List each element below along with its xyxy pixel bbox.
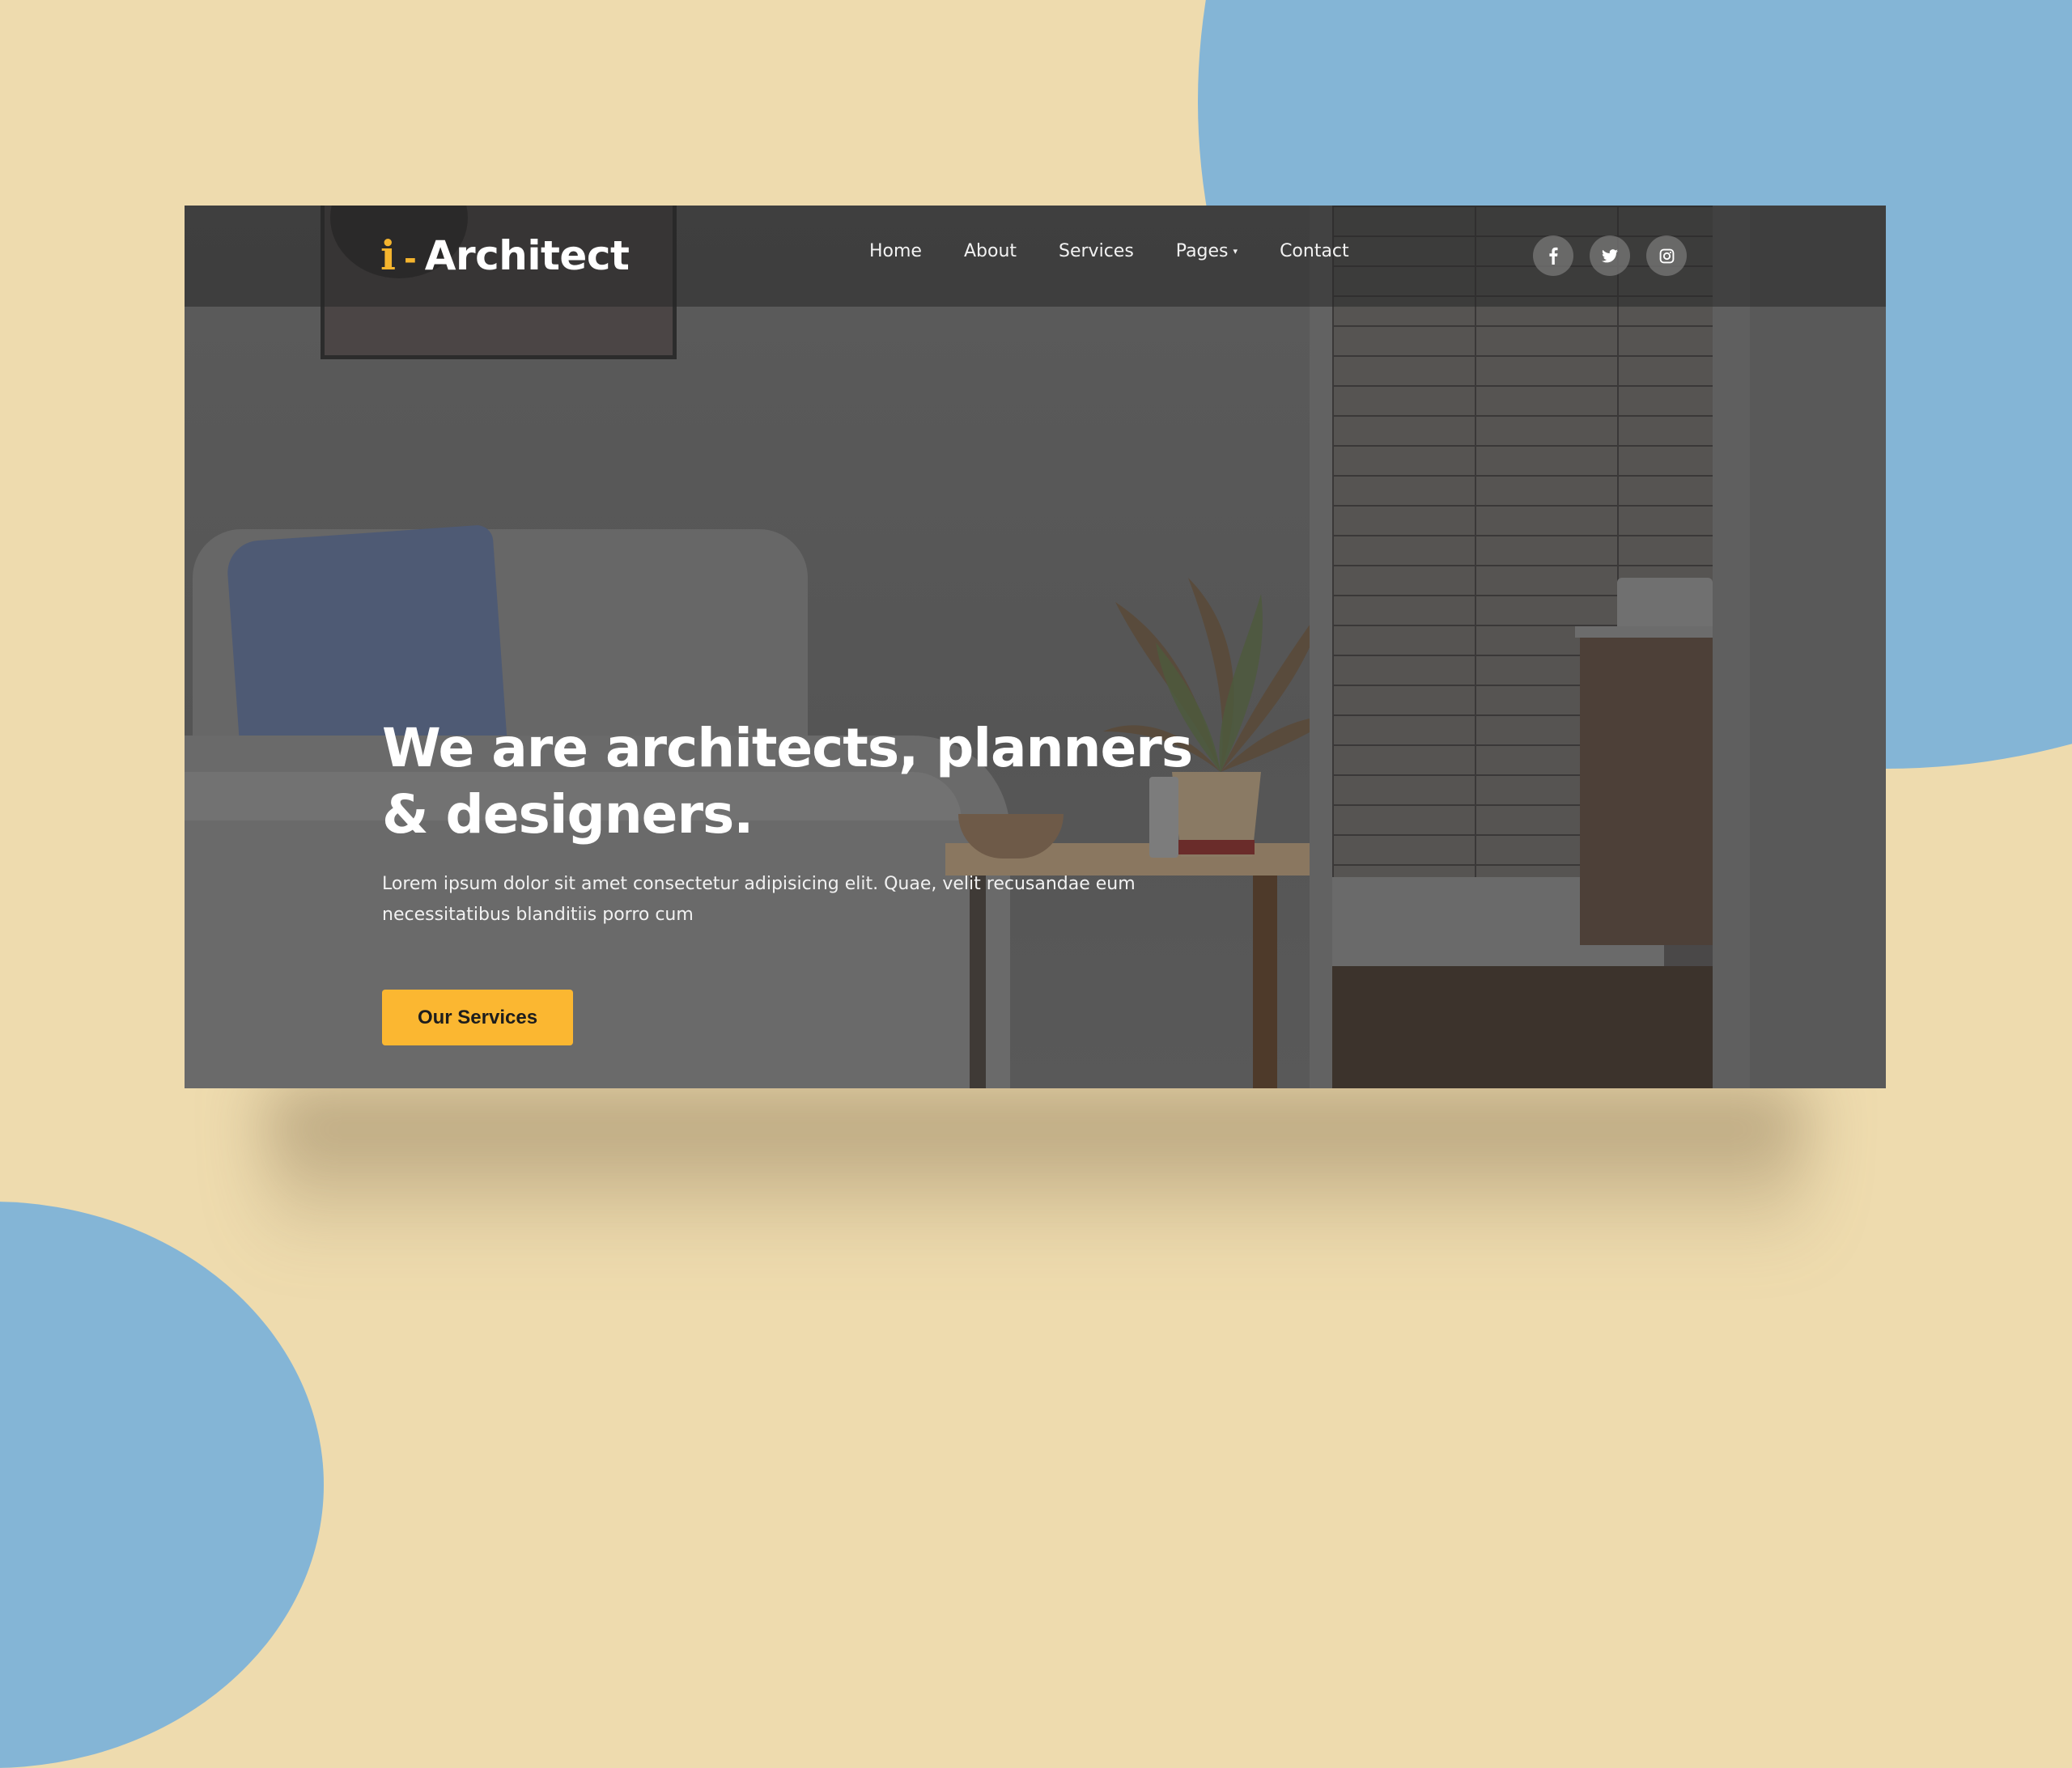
photo-sink [1617, 578, 1713, 626]
photo-vanity-top [1575, 626, 1713, 638]
facebook-icon [1549, 247, 1558, 265]
instagram-icon [1659, 248, 1674, 263]
nav-item-contact[interactable]: Contact [1280, 241, 1349, 261]
website-preview-card: i - Architect Home About Services Pages ▾… [185, 206, 1886, 1088]
photo-wood-floor [1332, 966, 1713, 1088]
photo-vanity [1580, 638, 1713, 945]
nav-item-home[interactable]: Home [869, 241, 922, 261]
site-logo[interactable]: i - Architect [380, 231, 630, 280]
hero-title: We are architects, planners & designers. [382, 715, 1272, 848]
facebook-button[interactable] [1533, 235, 1573, 276]
twitter-icon [1602, 248, 1618, 262]
nav-item-services[interactable]: Services [1059, 241, 1134, 261]
social-links [1533, 235, 1687, 276]
twitter-button[interactable] [1590, 235, 1630, 276]
nav-item-label: Home [869, 241, 922, 261]
hero-title-line1: We are architects, planners [382, 717, 1193, 779]
photo-nightstand-leg [1253, 876, 1277, 1088]
logo-mark: i [380, 231, 396, 279]
card-shadow [267, 1088, 1805, 1250]
nav-item-label: Contact [1280, 241, 1349, 261]
instagram-button[interactable] [1646, 235, 1687, 276]
caret-down-icon: ▾ [1233, 246, 1238, 257]
photo-right-trim [1713, 206, 1750, 1088]
site-navbar: i - Architect Home About Services Pages ▾… [185, 206, 1886, 307]
hero-title-line2: & designers. [382, 783, 754, 846]
nav-item-about[interactable]: About [964, 241, 1017, 261]
hero-background-photo [185, 206, 1886, 1088]
photo-door-frame [1310, 206, 1334, 1088]
nav-item-label: Pages [1175, 241, 1229, 261]
nav-item-label: About [963, 241, 1017, 261]
main-nav: Home About Services Pages ▾ Contact [869, 241, 1391, 261]
our-services-button[interactable]: Our Services [382, 990, 573, 1045]
logo-separator: - [404, 241, 417, 277]
nav-item-pages[interactable]: Pages ▾ [1176, 241, 1238, 261]
nav-item-label: Services [1059, 241, 1134, 261]
decorative-blob-bottom-left [0, 1202, 324, 1768]
logo-text: Architect [424, 232, 630, 279]
hero-description: Lorem ipsum dolor sit amet consectetur a… [382, 874, 1136, 925]
